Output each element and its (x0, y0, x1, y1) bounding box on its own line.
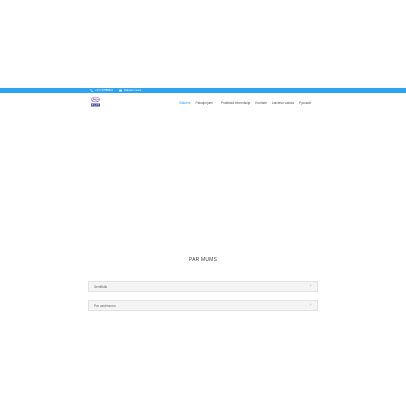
plus-icon: + (309, 302, 312, 308)
nav-item-pakalpojumi[interactable]: Pakalpojumi ⌄ (196, 101, 216, 105)
nav-item-label: Latviešu valoda (271, 100, 294, 105)
toggle-label: Sertifikāti (94, 284, 108, 289)
section-title-about: PAR MUMS (188, 257, 218, 263)
hero-section (0, 111, 406, 251)
site-logo[interactable] (88, 95, 103, 109)
toggle-about-company[interactable]: Par uzņēmumu + (88, 300, 318, 311)
nav-item-label: Kontakti (255, 100, 267, 105)
nav-item-latviesu-valoda[interactable]: Latviešu valoda (272, 101, 294, 105)
nav-item-kontakti[interactable]: Kontakti (255, 101, 267, 105)
phone-icon (90, 89, 93, 92)
envelope-icon (119, 89, 123, 92)
nav-item-label: Pakalpojumi (195, 100, 213, 105)
nav-item-prakticka-informacija[interactable]: Praktiskā informācija (221, 101, 250, 105)
toggle-certificates[interactable]: Sertifikāti + (88, 281, 318, 292)
nav-item-label: Русский (299, 100, 311, 105)
nav-item-sakums[interactable]: Sākums (179, 101, 191, 105)
plus-icon: + (309, 283, 312, 289)
nav-item-russian[interactable]: Русский (299, 101, 311, 105)
main-navigation: Sākums Pakalpojumi ⌄ Praktiskā informāci… (179, 101, 311, 105)
chevron-down-icon: ⌄ (213, 101, 216, 104)
nav-item-label: Praktiskā informācija (220, 100, 251, 105)
nav-item-label: Sākums (179, 100, 191, 105)
toggle-label: Par uzņēmumu (94, 303, 116, 308)
